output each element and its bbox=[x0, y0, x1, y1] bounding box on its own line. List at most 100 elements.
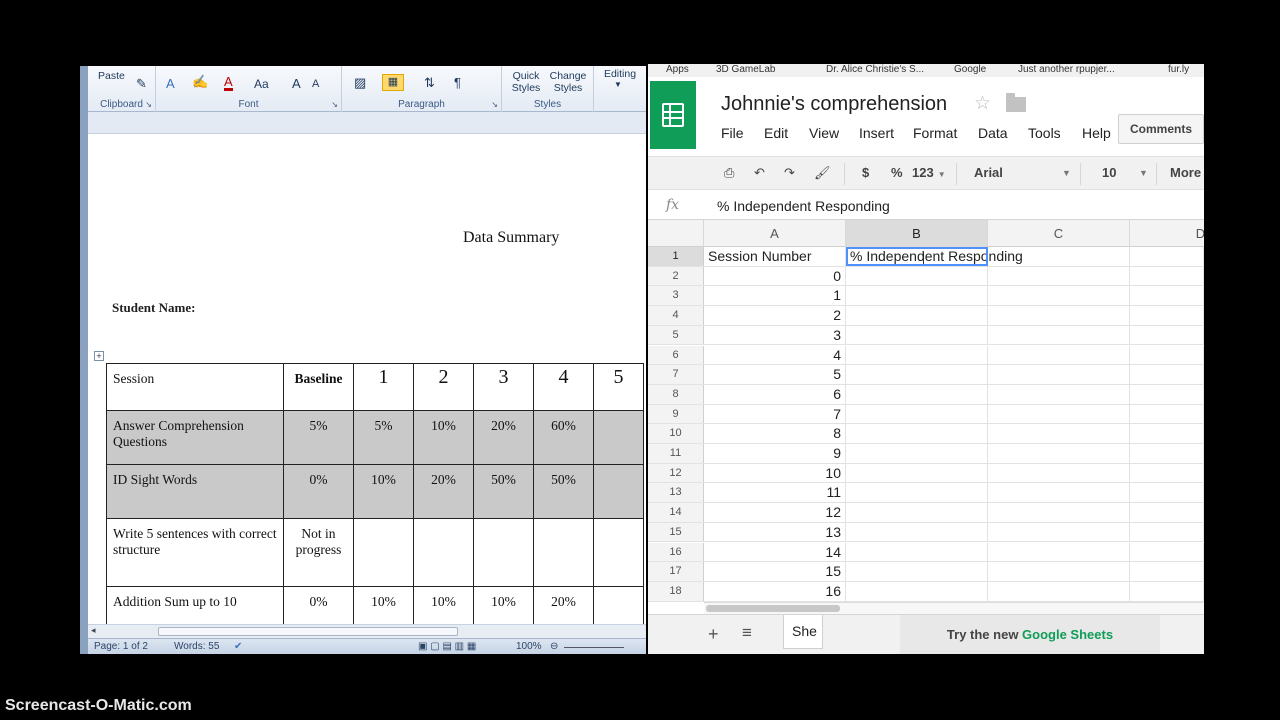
spreadsheet-title[interactable]: Johnnie's comprehension bbox=[721, 93, 947, 116]
cell-a[interactable]: 5 bbox=[704, 365, 846, 384]
row-header[interactable]: 8 bbox=[648, 384, 704, 404]
cell-c[interactable] bbox=[988, 286, 1130, 306]
table-cell[interactable] bbox=[533, 518, 594, 587]
row-header[interactable]: 3 bbox=[648, 286, 704, 306]
borders-icon[interactable]: ▦ bbox=[382, 74, 404, 91]
chevron-down-icon[interactable]: ▼ bbox=[1062, 168, 1071, 178]
row-header[interactable]: 10 bbox=[648, 424, 704, 443]
try-new-sheets-banner[interactable]: Try the new Google Sheets bbox=[900, 615, 1160, 654]
cell-c[interactable] bbox=[988, 562, 1130, 581]
menu-help[interactable]: Help bbox=[1082, 125, 1111, 141]
table-cell[interactable] bbox=[353, 518, 414, 587]
row-header[interactable]: 1 bbox=[648, 247, 704, 266]
cell-d[interactable] bbox=[1130, 483, 1204, 503]
cell-c[interactable] bbox=[988, 266, 1130, 286]
table-cell[interactable]: 0% bbox=[283, 464, 354, 519]
cell-a[interactable]: 7 bbox=[704, 404, 846, 424]
bookmark-item[interactable]: Dr. Alice Christie's S... bbox=[826, 64, 924, 75]
row-header[interactable]: 6 bbox=[648, 345, 704, 365]
table-header-cell[interactable]: Session bbox=[106, 363, 284, 411]
print-icon[interactable]: ⎙ bbox=[724, 165, 734, 181]
table-cell[interactable]: 20% bbox=[473, 410, 534, 465]
sheet-tab[interactable]: She bbox=[783, 615, 823, 649]
chevron-down-icon[interactable]: ▼ bbox=[1139, 168, 1148, 178]
cell-c[interactable] bbox=[988, 463, 1130, 483]
table-header-cell[interactable]: 2 bbox=[413, 363, 474, 411]
zoom-level[interactable]: 100% bbox=[516, 641, 542, 652]
shrink-font-icon[interactable]: A bbox=[312, 78, 319, 90]
font-launcher-icon[interactable]: ↘ bbox=[331, 100, 338, 109]
cell-b[interactable] bbox=[846, 444, 988, 463]
row-header[interactable]: 9 bbox=[648, 404, 704, 424]
quick-styles-button[interactable]: Quick Styles bbox=[506, 70, 546, 94]
row-header[interactable]: 17 bbox=[648, 562, 704, 581]
menu-insert[interactable]: Insert bbox=[859, 125, 894, 141]
cell-a[interactable]: 4 bbox=[704, 345, 846, 365]
menu-tools[interactable]: Tools bbox=[1028, 125, 1061, 141]
redo-icon[interactable]: ↷ bbox=[784, 165, 795, 181]
cell-c[interactable] bbox=[988, 444, 1130, 463]
word-horizontal-scrollbar[interactable]: ◂ bbox=[88, 624, 646, 638]
active-cell-b1[interactable]: % Independent Responding bbox=[846, 247, 1023, 266]
add-sheet-icon[interactable]: + bbox=[708, 624, 719, 645]
cell-a[interactable]: 3 bbox=[704, 325, 846, 345]
row-header[interactable]: 2 bbox=[648, 266, 704, 286]
paint-format-icon[interactable]: 🖌 bbox=[814, 165, 831, 181]
cell-d[interactable] bbox=[1130, 384, 1204, 404]
shading-icon[interactable]: ▨ bbox=[354, 75, 366, 91]
cell-d[interactable] bbox=[1130, 365, 1204, 384]
cell-c[interactable] bbox=[988, 365, 1130, 384]
cell-a[interactable]: 2 bbox=[704, 306, 846, 325]
sheet-list-icon[interactable]: ≡ bbox=[742, 623, 752, 643]
font-color-icon[interactable]: A bbox=[224, 75, 233, 91]
cell-b[interactable] bbox=[846, 424, 988, 443]
menu-format[interactable]: Format bbox=[913, 125, 957, 141]
row-header[interactable]: 12 bbox=[648, 463, 704, 483]
paste-button[interactable]: Paste bbox=[98, 70, 125, 82]
table-cell[interactable] bbox=[593, 464, 644, 519]
cell-b[interactable] bbox=[846, 483, 988, 503]
column-header-a[interactable]: A bbox=[704, 220, 846, 247]
zoom-slider[interactable] bbox=[564, 647, 624, 648]
cell-d[interactable] bbox=[1130, 542, 1204, 562]
table-header-cell[interactable]: Baseline bbox=[283, 363, 354, 411]
cell-c[interactable] bbox=[988, 345, 1130, 365]
table-cell[interactable] bbox=[413, 518, 474, 587]
table-cell[interactable]: 50% bbox=[533, 464, 594, 519]
cell-a[interactable]: 0 bbox=[704, 266, 846, 286]
bookmark-item[interactable]: Apps bbox=[666, 64, 689, 75]
table-header-cell[interactable]: 4 bbox=[533, 363, 594, 411]
cell-d[interactable] bbox=[1130, 424, 1204, 443]
table-cell[interactable]: 50% bbox=[473, 464, 534, 519]
row-header[interactable]: 15 bbox=[648, 522, 704, 542]
row-header[interactable]: 16 bbox=[648, 542, 704, 562]
sort-icon[interactable]: ⇅ bbox=[424, 75, 435, 91]
table-move-handle-icon[interactable]: + bbox=[94, 351, 104, 361]
undo-icon[interactable]: ↶ bbox=[754, 165, 765, 181]
cell-a[interactable]: 1 bbox=[704, 286, 846, 306]
font-size-select[interactable]: 10 bbox=[1102, 165, 1116, 180]
cell-c[interactable] bbox=[988, 522, 1130, 542]
font-family-select[interactable]: Arial bbox=[974, 165, 1003, 180]
cell-d[interactable] bbox=[1130, 345, 1204, 365]
cell-d[interactable] bbox=[1130, 463, 1204, 483]
highlight-icon[interactable]: ✍ bbox=[192, 74, 208, 90]
table-cell[interactable]: Not in progress bbox=[283, 518, 354, 587]
cell-b[interactable] bbox=[846, 384, 988, 404]
cell-a[interactable]: 12 bbox=[704, 503, 846, 522]
cell-d[interactable] bbox=[1130, 306, 1204, 325]
formula-input[interactable]: % Independent Responding bbox=[717, 198, 890, 214]
cell-d[interactable] bbox=[1130, 266, 1204, 286]
cell-d[interactable] bbox=[1130, 325, 1204, 345]
row-header[interactable]: 7 bbox=[648, 365, 704, 384]
table-cell[interactable]: 5% bbox=[283, 410, 354, 465]
scroll-left-icon[interactable]: ◂ bbox=[91, 625, 96, 636]
cell-c[interactable] bbox=[988, 384, 1130, 404]
cell-c[interactable] bbox=[988, 404, 1130, 424]
change-styles-button[interactable]: Change Styles bbox=[546, 70, 590, 94]
cell-b[interactable] bbox=[846, 503, 988, 522]
bookmark-item[interactable]: Just another rpupjer... bbox=[1018, 64, 1115, 75]
row-header[interactable]: 14 bbox=[648, 503, 704, 522]
cell-a[interactable]: 16 bbox=[704, 581, 846, 601]
cell-d[interactable] bbox=[1130, 286, 1204, 306]
